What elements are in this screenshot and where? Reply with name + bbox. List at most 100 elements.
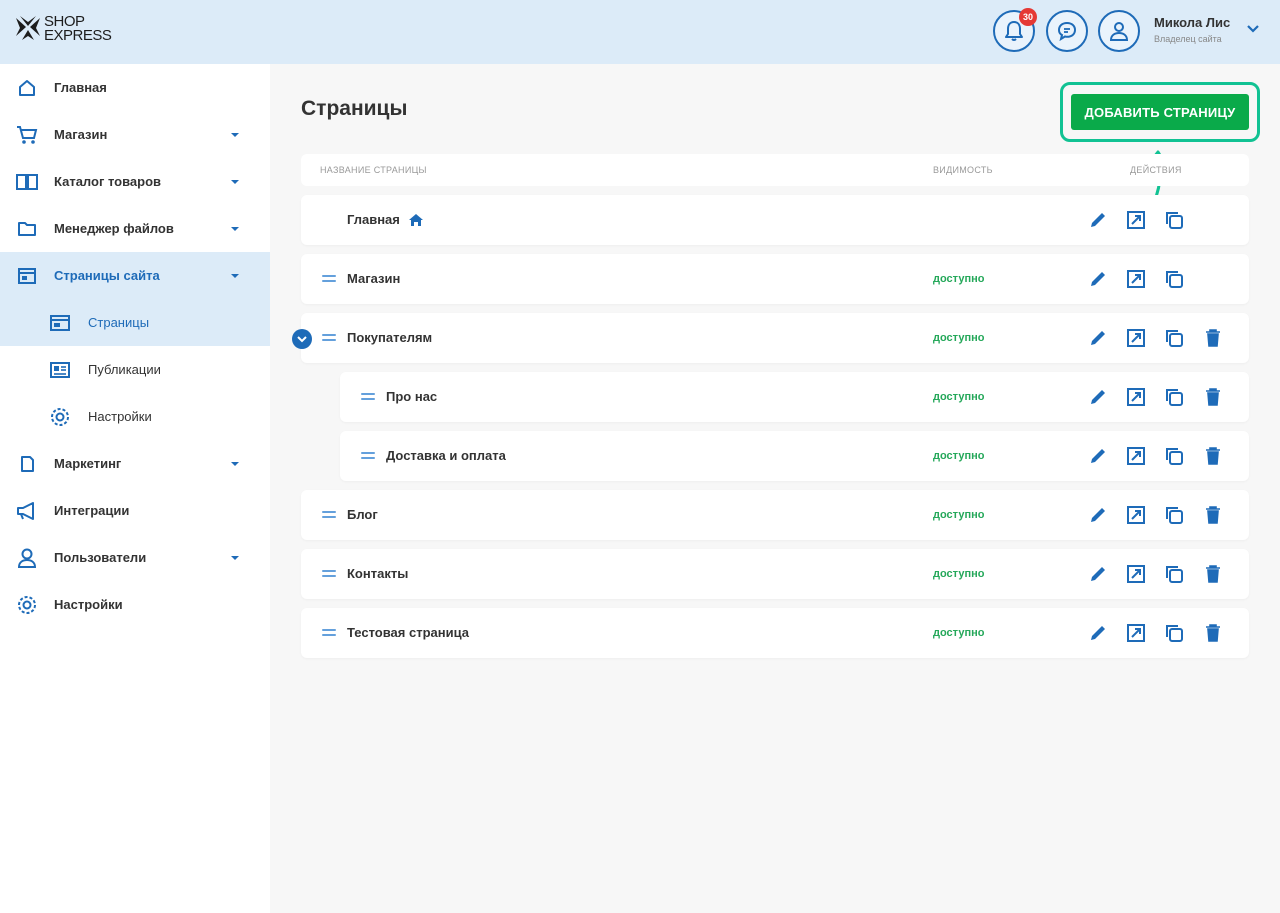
trash-icon[interactable] xyxy=(1202,327,1224,349)
table-row[interactable]: Магазин доступно xyxy=(301,254,1249,304)
edit-icon[interactable] xyxy=(1087,504,1109,526)
profile-button[interactable] xyxy=(1098,10,1140,52)
drag-handle-icon[interactable] xyxy=(361,393,375,402)
visibility-status: доступно xyxy=(933,450,985,462)
cart-icon xyxy=(16,124,38,146)
table-row[interactable]: Про нас доступно xyxy=(340,372,1249,422)
page-name: Блог xyxy=(347,507,378,522)
open-page-icon[interactable] xyxy=(1125,563,1147,585)
visibility-status: доступно xyxy=(933,627,985,639)
sidebar-item-marketing[interactable]: Маркетинг xyxy=(0,440,270,487)
butterfly-logo-icon xyxy=(16,16,40,40)
sidebar-item-label: Магазин xyxy=(54,127,108,142)
drag-handle-icon[interactable] xyxy=(322,570,336,579)
gear-icon xyxy=(49,406,71,428)
open-page-icon[interactable] xyxy=(1125,268,1147,290)
megaphone-icon xyxy=(16,500,38,522)
trash-icon[interactable] xyxy=(1202,622,1224,644)
logo-text-line2: EXPRESS xyxy=(44,27,112,44)
user-info[interactable]: Микола Лис Владелец сайта xyxy=(1154,15,1230,44)
open-page-icon[interactable] xyxy=(1125,504,1147,526)
drag-handle-icon[interactable] xyxy=(361,452,375,461)
sidebar-item-site-pages[interactable]: Страницы сайта xyxy=(0,252,270,299)
caret-down-icon xyxy=(231,132,239,137)
sidebar-item-file-manager[interactable]: Менеджер файлов xyxy=(0,205,270,252)
sidebar-subitem-label: Публикации xyxy=(88,362,161,377)
table-row[interactable]: Доставка и оплата доступно xyxy=(340,431,1249,481)
edit-icon[interactable] xyxy=(1087,563,1109,585)
sidebar-item-catalog[interactable]: Каталог товаров xyxy=(0,158,270,205)
sidebar-item-settings[interactable]: Настройки xyxy=(0,581,270,628)
messages-button[interactable] xyxy=(1046,10,1088,52)
copy-icon[interactable] xyxy=(1163,209,1185,231)
trash-icon[interactable] xyxy=(1202,504,1224,526)
sidebar-subitem-settings[interactable]: Настройки xyxy=(0,393,270,440)
tag-icon xyxy=(16,453,38,475)
trash-icon[interactable] xyxy=(1202,386,1224,408)
browser-icon xyxy=(49,312,71,334)
copy-icon[interactable] xyxy=(1163,445,1185,467)
home-icon xyxy=(408,213,423,226)
copy-icon[interactable] xyxy=(1163,386,1185,408)
caret-down-icon xyxy=(231,273,239,278)
caret-down-icon xyxy=(231,555,239,560)
page-name: Покупателям xyxy=(347,330,433,345)
notifications-button[interactable]: 30 xyxy=(993,8,1037,52)
table-row[interactable]: Блог доступно xyxy=(301,490,1249,540)
trash-icon[interactable] xyxy=(1202,445,1224,467)
page-name-text: Главная xyxy=(347,212,400,227)
sidebar-item-shop[interactable]: Магазин xyxy=(0,111,270,158)
visibility-status: доступно xyxy=(933,509,985,521)
table-row[interactable]: Контакты доступно xyxy=(301,549,1249,599)
open-page-icon[interactable] xyxy=(1125,209,1147,231)
edit-icon[interactable] xyxy=(1087,268,1109,290)
sidebar-item-label: Страницы сайта xyxy=(54,268,160,283)
sidebar-subitem-pages[interactable]: Страницы xyxy=(0,299,270,346)
sidebar-item-users[interactable]: Пользователи xyxy=(0,534,270,581)
copy-icon[interactable] xyxy=(1163,563,1185,585)
copy-icon[interactable] xyxy=(1163,504,1185,526)
drag-handle-icon[interactable] xyxy=(322,275,336,284)
page-name: Тестовая страница xyxy=(347,625,469,640)
open-page-icon[interactable] xyxy=(1125,386,1147,408)
sidebar-item-home[interactable]: Главная xyxy=(0,64,270,111)
logo[interactable]: SHOP EXPRESS xyxy=(14,14,112,44)
table-row[interactable]: Главная xyxy=(301,195,1249,245)
newspaper-icon xyxy=(49,359,71,381)
collapse-button[interactable] xyxy=(292,329,312,349)
edit-icon[interactable] xyxy=(1087,209,1109,231)
open-page-icon[interactable] xyxy=(1125,327,1147,349)
edit-icon[interactable] xyxy=(1087,386,1109,408)
column-name-header: Название страницы xyxy=(320,165,427,175)
copy-icon[interactable] xyxy=(1163,268,1185,290)
edit-icon[interactable] xyxy=(1087,622,1109,644)
table-row[interactable]: Покупателям доступно xyxy=(292,313,1249,363)
edit-icon[interactable] xyxy=(1087,327,1109,349)
chevron-down-icon xyxy=(297,336,307,343)
drag-handle-icon[interactable] xyxy=(322,334,336,343)
table-row[interactable]: Тестовая страница доступно xyxy=(301,608,1249,658)
sidebar-subitem-publications[interactable]: Публикации xyxy=(0,346,270,393)
sidebar-item-label: Настройки xyxy=(54,597,123,612)
drag-handle-icon[interactable] xyxy=(322,511,336,520)
drag-handle-icon[interactable] xyxy=(322,629,336,638)
sidebar: Главная Магазин Каталог товаров Менеджер… xyxy=(0,64,270,913)
edit-icon[interactable] xyxy=(1087,445,1109,467)
open-page-icon[interactable] xyxy=(1125,622,1147,644)
user-icon xyxy=(16,547,38,569)
caret-down-icon xyxy=(231,461,239,466)
copy-icon[interactable] xyxy=(1163,622,1185,644)
sidebar-item-label: Маркетинг xyxy=(54,456,122,471)
home-icon xyxy=(16,77,38,99)
sidebar-item-label: Менеджер файлов xyxy=(54,221,174,236)
chevron-down-icon[interactable] xyxy=(1246,24,1260,34)
add-page-button[interactable]: ДОБАВИТЬ СТРАНИЦУ xyxy=(1071,94,1249,130)
visibility-status: доступно xyxy=(933,568,985,580)
page-title: Страницы xyxy=(301,97,408,120)
copy-icon[interactable] xyxy=(1163,327,1185,349)
caret-down-icon xyxy=(231,179,239,184)
sidebar-item-integrations[interactable]: Интеграции xyxy=(0,487,270,534)
visibility-status: доступно xyxy=(933,391,985,403)
open-page-icon[interactable] xyxy=(1125,445,1147,467)
trash-icon[interactable] xyxy=(1202,563,1224,585)
